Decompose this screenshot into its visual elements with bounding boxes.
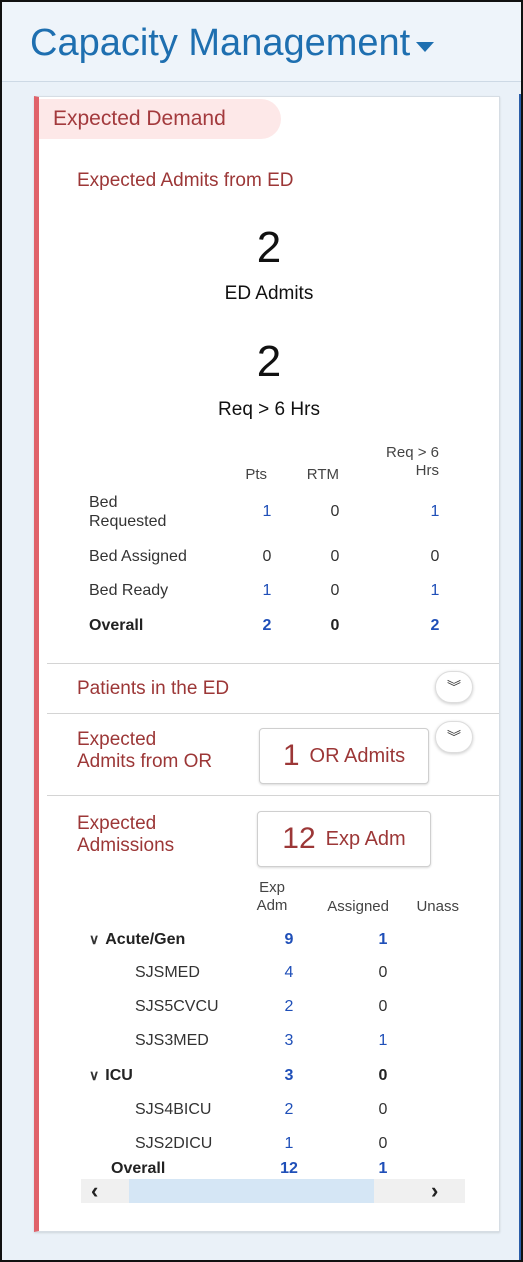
- tree-group-icu[interactable]: ∨ ICU: [89, 1067, 133, 1085]
- overall-rtm: 0: [330, 617, 340, 634]
- or-admits-box[interactable]: 1 OR Admits: [259, 728, 429, 784]
- col-header-pts: Pts: [245, 466, 267, 483]
- expected-demand-label: Expected Demand: [39, 99, 281, 139]
- sjs5cvcu-assigned: 0: [378, 998, 388, 1015]
- unit-label-sjs3med: SJS3MED: [135, 1032, 209, 1049]
- adjacent-panel-edge: [519, 94, 521, 1260]
- bed-requested-req6[interactable]: 1: [415, 503, 455, 521]
- expand-or-admits-button[interactable]: ︾: [435, 721, 473, 753]
- chevron-left-icon[interactable]: ‹: [91, 1179, 98, 1203]
- sjsmed-assigned: 0: [378, 964, 388, 981]
- unit-label-sjsmed: SJSMED: [135, 964, 200, 981]
- unit-label-sjs5cvcu: SJS5CVCU: [135, 998, 219, 1015]
- bed-ready-rtm: 0: [330, 582, 340, 599]
- section-divider: [47, 713, 499, 714]
- sjsmed-exp[interactable]: 4: [269, 964, 309, 982]
- overall-pts[interactable]: 2: [247, 617, 287, 635]
- admissions-overall-assigned[interactable]: 1: [363, 1160, 403, 1178]
- bed-assigned-rtm: 0: [330, 548, 340, 565]
- sjs3med-exp[interactable]: 3: [269, 1032, 309, 1050]
- or-admits-label: OR Admits: [309, 744, 406, 767]
- app-frame: Capacity Management Expected Demand Expe…: [0, 0, 523, 1262]
- acute-gen-exp[interactable]: 9: [269, 931, 309, 949]
- chevron-right-icon[interactable]: ›: [431, 1179, 438, 1203]
- app-title-dropdown[interactable]: Capacity Management: [30, 22, 435, 65]
- icu-exp[interactable]: 3: [269, 1067, 309, 1085]
- double-chevron-down-icon: ︾: [447, 729, 461, 745]
- expected-admissions-title[interactable]: Expected Admissions: [77, 813, 174, 857]
- col-header-unass: Unass: [416, 898, 459, 915]
- double-chevron-down-icon: ︾: [447, 679, 461, 695]
- row-label-bed-requested: Bed Requested: [89, 494, 167, 530]
- req6-count[interactable]: 2: [39, 337, 499, 387]
- bed-requested-pts[interactable]: 1: [247, 503, 287, 521]
- sjs2dicu-assigned: 0: [378, 1135, 388, 1152]
- chevron-down-icon: ∨: [89, 931, 100, 947]
- sjs3med-assigned[interactable]: 1: [363, 1032, 403, 1050]
- expand-patients-in-ed-button[interactable]: ︾: [435, 671, 473, 703]
- scrollbar-thumb[interactable]: [129, 1179, 374, 1203]
- section-divider: [47, 795, 499, 796]
- bed-assigned-pts: 0: [262, 548, 272, 565]
- tree-group-acute-gen[interactable]: ∨ Acute/Gen: [89, 931, 185, 949]
- patients-in-ed-title[interactable]: Patients in the ED: [77, 678, 229, 700]
- sjs4bicu-exp[interactable]: 2: [269, 1101, 309, 1119]
- expected-admissions-box[interactable]: 12 Exp Adm: [257, 811, 431, 867]
- admissions-overall-exp[interactable]: 12: [269, 1160, 309, 1178]
- horizontal-scrollbar[interactable]: ‹ ›: [81, 1179, 465, 1203]
- expected-demand-card: Expected Demand Expected Admits from ED …: [34, 96, 500, 1232]
- chevron-down-icon: ∨: [89, 1067, 100, 1083]
- bed-ready-pts[interactable]: 1: [247, 582, 287, 600]
- row-label-bed-assigned: Bed Assigned: [89, 548, 187, 565]
- ed-admits-title[interactable]: Expected Admits from ED: [77, 170, 293, 192]
- ed-admits-count[interactable]: 2: [39, 223, 499, 273]
- section-divider: [47, 663, 499, 664]
- icu-assigned: 0: [378, 1067, 388, 1084]
- caret-down-icon: [416, 41, 435, 52]
- ed-admits-label: ED Admits: [224, 283, 314, 304]
- unit-label-sjs2dicu: SJS2DICU: [135, 1135, 213, 1152]
- expected-admissions-label: Exp Adm: [325, 827, 406, 850]
- bed-assigned-req6: 0: [430, 548, 440, 565]
- admissions-overall-label: Overall: [111, 1160, 166, 1177]
- expected-admissions-count: 12: [282, 822, 316, 855]
- bed-requested-rtm: 0: [330, 503, 340, 520]
- req6-label: Req > 6 Hrs: [218, 399, 320, 420]
- row-label-bed-ready: Bed Ready: [89, 582, 169, 599]
- sjs4bicu-assigned: 0: [378, 1101, 388, 1118]
- unit-label-sjs4bicu: SJS4BICU: [135, 1101, 212, 1118]
- app-header: Capacity Management: [2, 2, 521, 82]
- acute-gen-assigned[interactable]: 1: [363, 931, 403, 949]
- overall-req6[interactable]: 2: [415, 617, 455, 635]
- or-admits-title[interactable]: Expected Admits from OR: [77, 729, 212, 773]
- or-admits-count: 1: [282, 739, 300, 772]
- col-header-req6: Req > 6 Hrs: [386, 444, 439, 479]
- sjs2dicu-exp[interactable]: 1: [269, 1135, 309, 1153]
- app-title: Capacity Management: [30, 22, 411, 64]
- col-header-rtm: RTM: [306, 466, 339, 483]
- col-header-assigned: Assigned: [327, 898, 389, 915]
- row-label-overall: Overall: [89, 617, 144, 634]
- bed-ready-req6[interactable]: 1: [415, 582, 455, 600]
- sjs5cvcu-exp[interactable]: 2: [269, 998, 309, 1016]
- col-header-exp-adm: Exp Adm: [256, 879, 288, 914]
